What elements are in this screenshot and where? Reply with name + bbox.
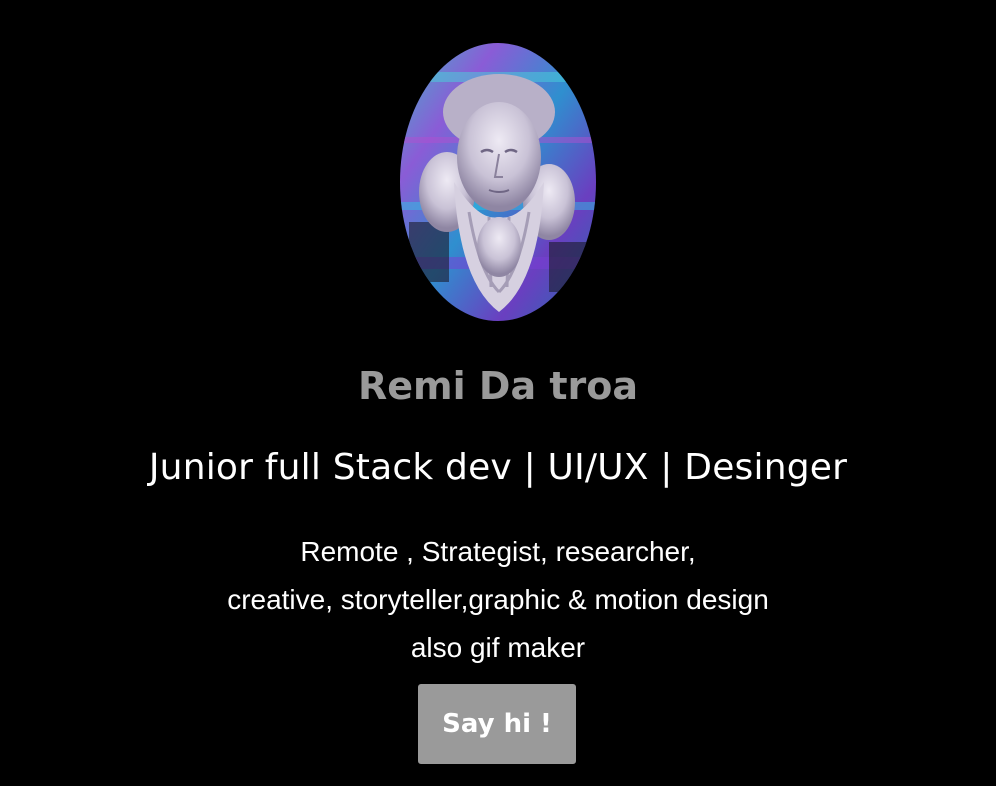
avatar	[399, 42, 597, 322]
profile-name: Remi Da troa	[358, 364, 638, 408]
profile-bio: Remote , Strategist, researcher, creativ…	[0, 528, 996, 672]
profile-page: Remi Da troa Junior full Stack dev | UI/…	[0, 0, 996, 786]
bio-line: Remote , Strategist, researcher,	[300, 536, 696, 567]
bio-line: also gif maker	[410, 632, 586, 663]
profile-tagline: Junior full Stack dev | UI/UX | Desinger	[148, 447, 848, 488]
bust-avatar-image	[400, 43, 596, 321]
bio-line: creative, storyteller,graphic & motion d…	[227, 584, 769, 615]
say-hi-button[interactable]: Say hi !	[418, 684, 576, 764]
